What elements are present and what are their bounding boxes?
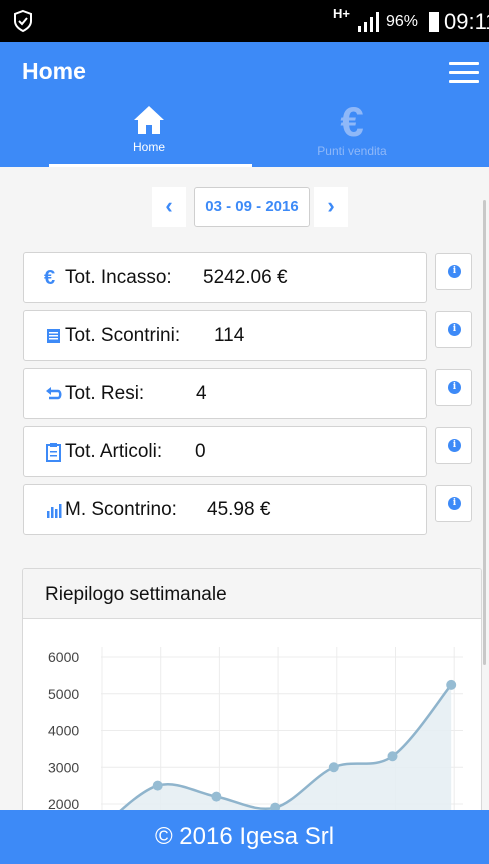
stat-value: 45.98 € [207,499,271,520]
data-point [446,679,457,690]
page-title: Home [22,58,86,84]
euro-icon: € [340,98,364,145]
info-icon: i [448,439,461,452]
panel-header: Riepilogo settimanale [23,569,481,619]
stat-label: Tot. Scontrini: [65,325,181,346]
stat-value: 0 [195,441,206,462]
stat-tot-incasso: € Tot. Incasso: 5242.06 € [23,252,427,303]
clock: 09:11 [444,9,489,34]
y-tick-label: 6000 [48,649,79,665]
clipboard-icon [46,443,61,462]
panel-title: Riepilogo settimanale [45,584,227,605]
y-tick-label: 5000 [48,686,79,702]
tab-punti-vendita-label: Punti vendita [317,144,387,158]
stat-tot-articoli: Tot. Articoli: 0 [23,426,427,477]
stat-tot-scontrini: Tot. Scontrini: 114 [23,310,427,361]
data-point [387,751,398,762]
network-type: H+ [333,6,350,21]
home-icon [134,106,164,134]
stat-label: Tot. Articoli: [65,441,163,462]
footer: © 2016 Igesa Srl [0,810,489,864]
data-point [152,780,163,791]
bar-chart-icon [47,504,62,518]
y-tick-label: 3000 [48,759,79,775]
weekly-summary-panel: Riepilogo settimanale 6000 5000 4000 3000 20… [22,568,482,828]
info-button-scontrini[interactable]: i [435,311,472,348]
previous-date-button[interactable]: ‹ [152,187,186,227]
euro-icon: € [44,267,56,289]
info-icon: i [448,323,461,336]
battery-percentage: 96% [386,13,419,30]
stat-label: Tot. Resi: [65,383,145,404]
active-tab-indicator [49,164,252,167]
shield-icon [14,9,32,33]
stat-value: 5242.06 € [203,267,288,288]
hamburger-menu-icon[interactable] [449,62,479,84]
info-button-m-scontrino[interactable]: i [435,485,472,522]
battery-icon [429,12,439,32]
stat-value: 114 [214,325,245,346]
receipt-icon [47,329,60,343]
info-button-incasso[interactable]: i [435,253,472,290]
scrollbar[interactable] [483,200,486,665]
data-point [211,791,222,802]
info-icon: i [448,497,461,510]
stat-label: M. Scontrino: [65,499,177,520]
y-tick-label: 4000 [48,723,79,739]
date-picker[interactable]: 03 - 09 - 2016 [194,187,310,227]
tab-punti-vendita[interactable]: € Punti vendita [252,98,452,164]
next-date-button[interactable]: › [314,187,348,227]
app-bar: Home Home € Punti vendita [0,42,489,167]
stat-value: 4 [196,383,207,404]
data-point [328,762,339,773]
stat-tot-resi: Tot. Resi: 4 [23,368,427,419]
stat-m-scontrino: M. Scontrino: 45.98 € [23,484,427,535]
status-bar: H+ 96% 09:11 [0,0,489,42]
stat-label: Tot. Incasso: [65,267,172,288]
info-icon: i [448,381,461,394]
weekly-chart: 60005000400030002000 [48,647,463,827]
info-button-resi[interactable]: i [435,369,472,406]
tab-home-label: Home [132,140,165,154]
signal-icon [358,12,379,32]
return-icon [46,387,62,400]
tab-home[interactable]: Home [49,104,249,164]
info-icon: i [448,265,461,278]
info-button-articoli[interactable]: i [435,427,472,464]
